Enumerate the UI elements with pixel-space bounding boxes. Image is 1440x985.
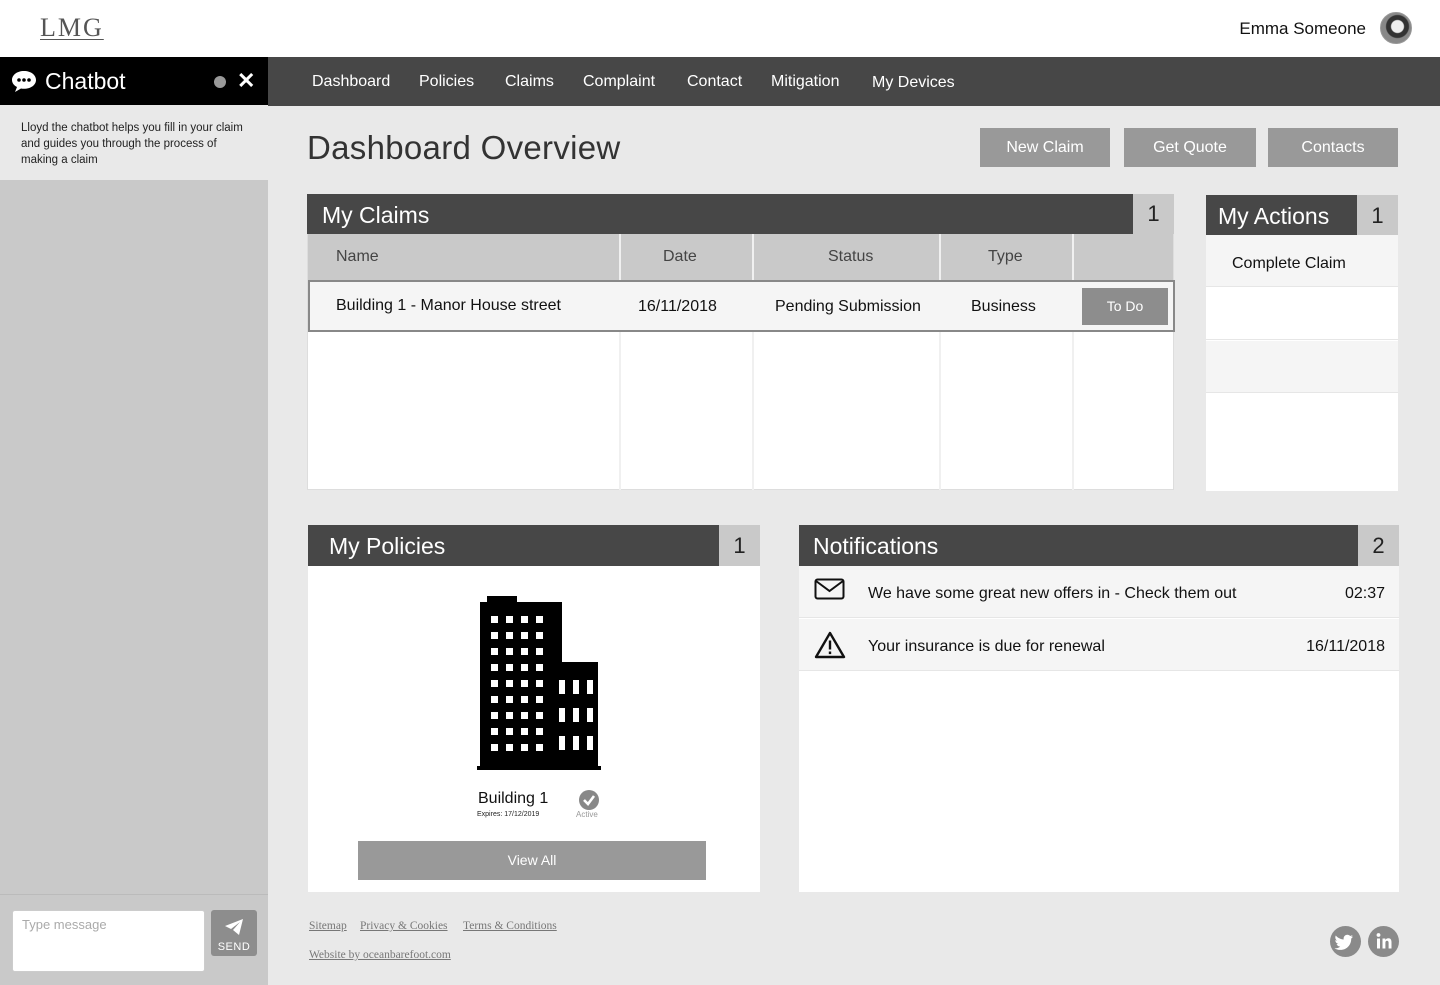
column-header-date[interactable]: Date <box>663 248 697 266</box>
todo-button[interactable]: To Do <box>1082 288 1168 325</box>
nav-complaint[interactable]: Complaint <box>583 73 655 91</box>
list-item <box>1206 341 1398 393</box>
contacts-button[interactable]: Contacts <box>1268 128 1398 167</box>
send-label: SEND <box>217 941 251 953</box>
new-claim-button[interactable]: New Claim <box>980 128 1110 167</box>
footer-link-sitemap[interactable]: Sitemap <box>309 920 347 932</box>
list-item <box>1206 288 1398 340</box>
nav-policies[interactable]: Policies <box>419 73 474 91</box>
nav-claims[interactable]: Claims <box>505 73 554 91</box>
action-item-complete-claim[interactable]: Complete Claim <box>1206 235 1398 287</box>
column-header-type[interactable]: Type <box>988 248 1023 266</box>
notification-time: 16/11/2018 <box>1306 638 1385 655</box>
building-icon[interactable] <box>477 596 601 770</box>
check-circle-icon <box>579 790 599 810</box>
notification-text: Your insurance is due for renewal <box>868 638 1105 655</box>
action-item-label: Complete Claim <box>1232 255 1346 272</box>
notifications-panel-title: Notifications <box>813 533 939 559</box>
footer-link-terms[interactable]: Terms & Conditions <box>463 920 557 932</box>
minimize-icon[interactable] <box>214 76 226 88</box>
actions-panel-header: My Actions 1 <box>1206 195 1398 235</box>
view-all-button[interactable]: View All <box>358 841 706 880</box>
footer-link-privacy[interactable]: Privacy & Cookies <box>360 920 448 932</box>
notifications-panel: We have some great new offers in - Check… <box>799 566 1399 892</box>
notification-item[interactable]: We have some great new offers in - Check… <box>799 566 1399 618</box>
policies-panel-header: My Policies 1 <box>308 525 760 566</box>
policy-expiry: Expires: 17/12/2019 <box>477 811 540 818</box>
policies-panel: Building 1 Expires: 17/12/2019 Active Vi… <box>308 566 760 892</box>
claims-table: Name Date Status Type Building 1 - Manor… <box>307 234 1175 490</box>
warning-icon <box>814 631 846 659</box>
get-quote-button[interactable]: Get Quote <box>1124 128 1256 167</box>
nav-my-devices[interactable]: My Devices <box>872 74 955 92</box>
top-header: LMG Emma Someone <box>0 0 1440 57</box>
claim-status: Pending Submission <box>775 298 921 315</box>
chatbot-intro: Lloyd the chatbot helps you fill in your… <box>0 105 268 180</box>
page-title: Dashboard Overview <box>307 129 621 166</box>
envelope-icon <box>814 578 845 600</box>
claim-date: 16/11/2018 <box>638 298 717 315</box>
column-divider <box>1072 234 1074 490</box>
nav-dashboard[interactable]: Dashboard <box>312 73 390 91</box>
chatbot-header: Chatbot ✕ <box>0 57 268 105</box>
linkedin-icon[interactable] <box>1368 926 1399 957</box>
claims-count-badge: 1 <box>1133 194 1174 234</box>
chatbot-footer: SEND <box>0 894 268 985</box>
column-divider <box>752 234 754 490</box>
notification-text: We have some great new offers in - Check… <box>868 585 1237 602</box>
claims-panel-header: My Claims 1 <box>307 194 1174 234</box>
chatbot-title: Chatbot <box>45 68 126 94</box>
footer-credit-link[interactable]: Website by oceanbarefoot.com <box>309 949 451 961</box>
send-button[interactable]: SEND <box>211 910 257 956</box>
actions-panel-title: My Actions <box>1218 203 1330 229</box>
close-icon[interactable]: ✕ <box>237 69 255 93</box>
logo[interactable]: LMG <box>40 13 104 43</box>
main-nav: Dashboard Policies Claims Complaint Cont… <box>268 57 1440 106</box>
twitter-icon[interactable] <box>1330 926 1361 957</box>
notification-item[interactable]: Your insurance is due for renewal 16/11/… <box>799 619 1399 671</box>
user-name[interactable]: Emma Someone <box>1239 19 1366 39</box>
actions-list: Complete Claim <box>1206 235 1398 491</box>
claim-name: Building 1 - Manor House street <box>336 297 561 314</box>
chat-message-input[interactable] <box>12 910 205 972</box>
column-header-name[interactable]: Name <box>336 248 379 266</box>
nav-mitigation[interactable]: Mitigation <box>771 73 839 91</box>
claims-table-header: Name Date Status Type <box>308 234 1173 280</box>
nav-contact[interactable]: Contact <box>687 73 742 91</box>
chat-bubble-icon <box>12 71 36 92</box>
policies-count-badge: 1 <box>719 525 760 566</box>
column-divider <box>619 234 621 490</box>
actions-count-badge: 1 <box>1357 195 1398 235</box>
policy-name[interactable]: Building 1 <box>478 790 548 808</box>
table-row[interactable]: Building 1 - Manor House street 16/11/20… <box>308 280 1175 332</box>
notifications-panel-header: Notifications 2 <box>799 525 1399 566</box>
column-divider <box>939 234 941 490</box>
column-header-status[interactable]: Status <box>828 248 873 266</box>
claims-panel-title: My Claims <box>322 202 430 228</box>
claim-type: Business <box>971 298 1036 315</box>
notifications-count-badge: 2 <box>1358 525 1399 566</box>
chatbot-messages[interactable] <box>0 180 268 894</box>
policy-status: Active <box>576 810 598 819</box>
policies-panel-title: My Policies <box>329 533 446 559</box>
notification-time: 02:37 <box>1344 585 1385 602</box>
avatar[interactable] <box>1380 12 1412 44</box>
paper-plane-icon <box>225 919 243 935</box>
